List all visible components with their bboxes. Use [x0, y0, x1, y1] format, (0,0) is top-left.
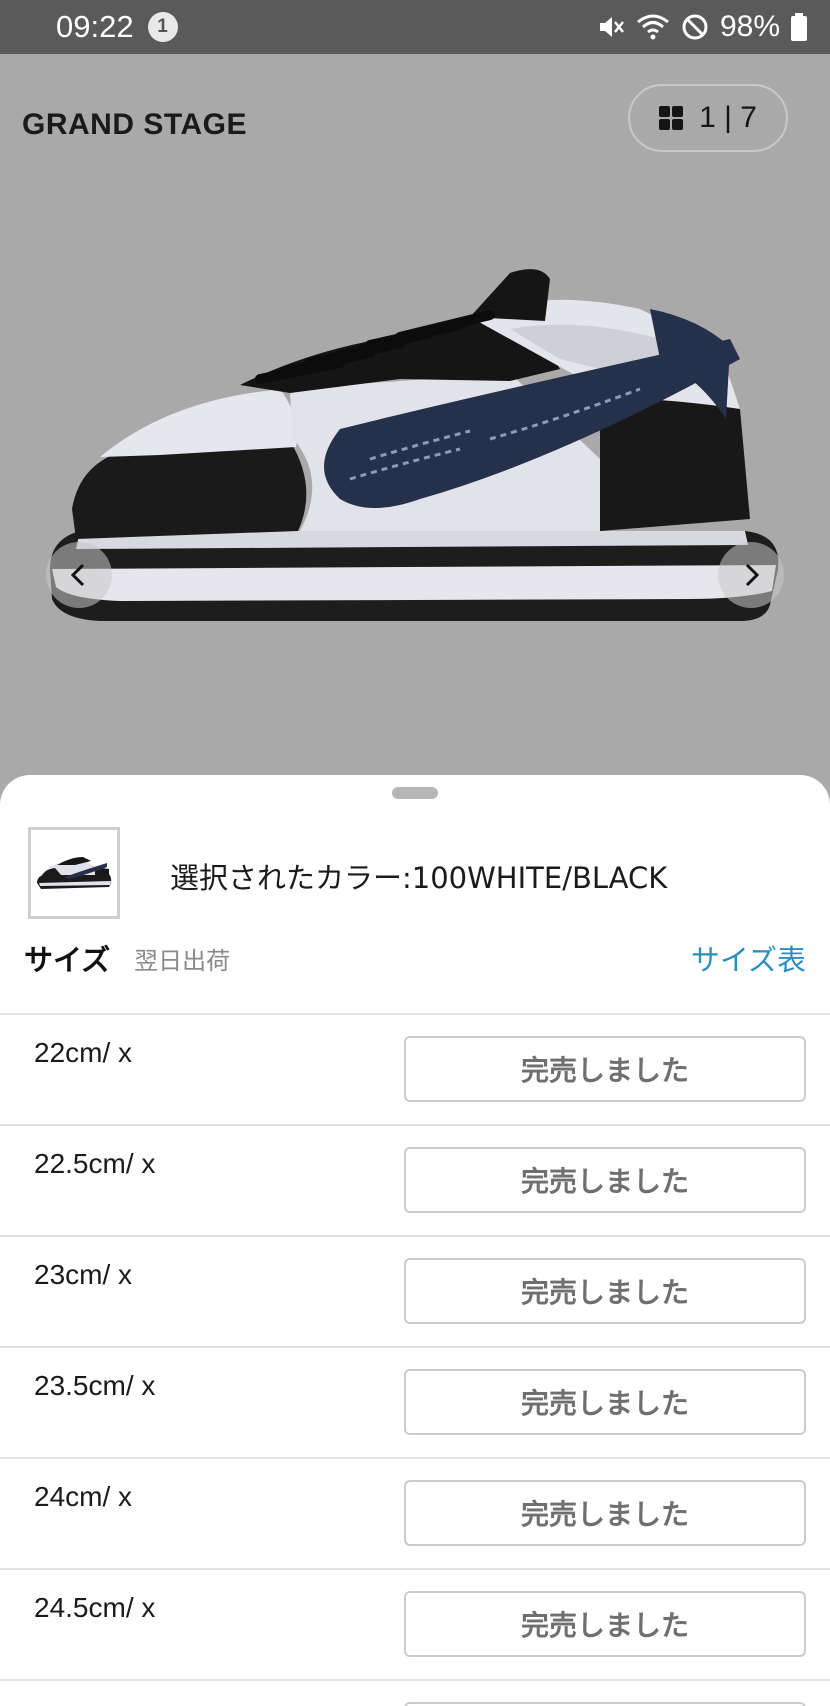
- chevron-right-icon: [745, 563, 760, 587]
- size-label: 24.5cm/ x: [34, 1592, 156, 1623]
- battery-percentage: 98%: [719, 10, 780, 43]
- soldout-button[interactable]: 完売しました: [404, 1591, 806, 1657]
- selected-color-label: 選択されたカラー:100WHITE/BLACK: [170, 861, 668, 895]
- soldout-button[interactable]: 完売しました: [404, 1480, 806, 1546]
- image-counter-text: 1 | 7: [699, 101, 757, 134]
- size-row: 24.5cm/ x 完売しました: [0, 1568, 830, 1679]
- product-gallery[interactable]: GRAND STAGE 1 | 7: [0, 54, 830, 784]
- status-right: 98%: [596, 10, 808, 44]
- status-bar: 09:22 1 98%: [0, 0, 830, 54]
- selected-color-thumbnail[interactable]: [28, 827, 120, 919]
- size-selection-sheet: 選択されたカラー:100WHITE/BLACK サイズ 翌日出荷 サイズ表 22…: [0, 775, 830, 1706]
- soldout-button[interactable]: 完売しました: [404, 1036, 806, 1102]
- size-title: サイズ: [24, 943, 111, 977]
- soldout-button[interactable]: 完売しました: [404, 1369, 806, 1435]
- notification-badge: 1: [147, 12, 178, 42]
- sheet-drag-handle[interactable]: [392, 787, 438, 799]
- size-label: 22cm/ x: [34, 1037, 133, 1068]
- dnd-icon: [680, 12, 710, 42]
- soldout-button[interactable]: 完売しました: [404, 1258, 806, 1324]
- battery-icon: [790, 12, 808, 42]
- size-row: 22.5cm/ x 完売しました: [0, 1124, 830, 1235]
- size-header: サイズ 翌日出荷 サイズ表: [24, 933, 806, 983]
- size-label: 22.5cm/ x: [34, 1148, 156, 1179]
- soldout-button[interactable]: [404, 1702, 806, 1706]
- wifi-icon: [636, 12, 670, 42]
- mute-icon: [596, 12, 626, 42]
- shipping-note: 翌日出荷: [134, 946, 231, 975]
- image-counter-button[interactable]: 1 | 7: [628, 84, 788, 152]
- app-root: 09:22 1 98% GRAND STAGE 1 | 7 選択されたカラー:1…: [0, 0, 830, 1706]
- previous-image-button[interactable]: [46, 542, 112, 608]
- size-row: 23cm/ x 完売しました: [0, 1235, 830, 1346]
- size-label: 24cm/ x: [34, 1481, 133, 1512]
- size-row: [0, 1679, 830, 1706]
- size-row: 23.5cm/ x 完売しました: [0, 1346, 830, 1457]
- soldout-button[interactable]: 完売しました: [404, 1147, 806, 1213]
- grid-icon: [659, 106, 684, 130]
- size-row: 22cm/ x 完売しました: [0, 1013, 830, 1124]
- size-list: 22cm/ x 完売しました 22.5cm/ x 完売しました 23cm/ x …: [0, 1013, 830, 1706]
- next-image-button[interactable]: [718, 542, 784, 608]
- status-time: 09:22: [56, 9, 134, 44]
- size-label: 23.5cm/ x: [34, 1370, 156, 1401]
- product-image[interactable]: [40, 269, 790, 673]
- status-left: 09:22 1: [56, 9, 178, 45]
- size-chart-link[interactable]: サイズ表: [691, 937, 806, 979]
- brand-logo[interactable]: GRAND STAGE: [22, 108, 247, 142]
- size-label: 23cm/ x: [34, 1259, 133, 1290]
- size-row: 24cm/ x 完売しました: [0, 1457, 830, 1568]
- chevron-left-icon: [70, 563, 85, 587]
